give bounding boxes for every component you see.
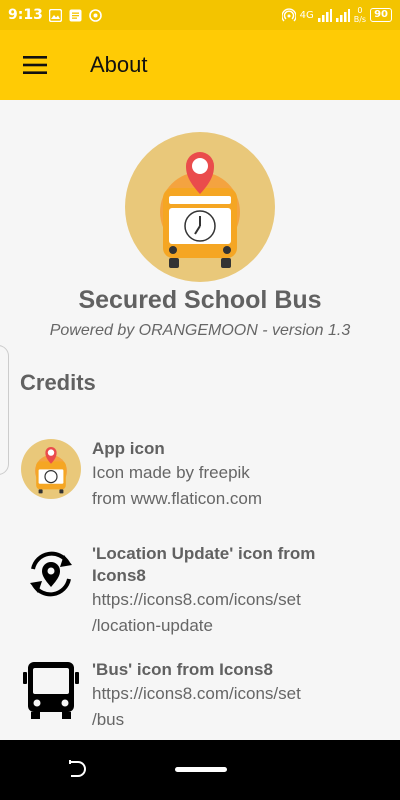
status-right: 4G 0 B/s 90 xyxy=(281,6,392,24)
status-left: 9:13 xyxy=(8,7,103,23)
location-notification-icon xyxy=(89,8,103,22)
network-type-label: 4G xyxy=(299,9,314,21)
bus-icon xyxy=(23,662,79,719)
credit-text: 'Bus' icon from Icons8 https://icons8.co… xyxy=(92,659,301,733)
app-bar: About xyxy=(0,30,400,100)
credit-title-line: 'Location Update' icon from xyxy=(92,544,316,563)
hamburger-menu-icon xyxy=(23,56,47,74)
credit-title: 'Bus' icon from Icons8 xyxy=(92,660,273,679)
credit-line: Icon made by freepik xyxy=(92,463,250,482)
signal-strength-icon xyxy=(317,8,332,22)
navigation-bar xyxy=(0,740,400,800)
location-update-icon xyxy=(30,551,72,597)
credit-text: 'Location Update' icon from Icons8 https… xyxy=(92,543,315,639)
app-logo xyxy=(125,132,275,282)
credit-text: App icon Icon made by freepik from www.f… xyxy=(92,438,262,512)
battery-indicator: 90 xyxy=(370,8,392,22)
credit-title: App icon xyxy=(92,439,165,458)
network-speed-unit: B/s xyxy=(353,15,367,24)
network-speed: 0 B/s xyxy=(354,6,366,24)
credit-item-location-update: 'Location Update' icon from Icons8 https… xyxy=(20,543,390,639)
credit-icon-wrap xyxy=(20,659,82,721)
home-button[interactable] xyxy=(175,767,227,772)
credit-line: /location-update xyxy=(92,616,213,635)
network-speed-value: 0 xyxy=(357,6,363,15)
status-time: 9:13 xyxy=(8,7,43,23)
powered-by-text: Powered by ORANGEMOON - version 1.3 xyxy=(49,322,351,339)
back-icon[interactable] xyxy=(66,758,88,780)
credits-heading: Credits xyxy=(20,370,96,395)
menu-button[interactable] xyxy=(0,30,70,100)
signal-strength-2-icon xyxy=(335,8,350,22)
credit-line: https://icons8.com/icons/set xyxy=(92,684,301,703)
hotspot-icon xyxy=(281,8,296,22)
school-bus-pin-icon xyxy=(21,439,81,499)
credit-icon-wrap xyxy=(20,438,82,500)
credit-title-line: Icons8 xyxy=(92,566,146,585)
credit-icon-wrap xyxy=(20,543,82,605)
gallery-notification-icon xyxy=(49,8,63,22)
credit-item-app-icon: App icon Icon made by freepik from www.f… xyxy=(20,438,390,512)
page-title: About xyxy=(90,52,148,77)
message-notification-icon xyxy=(69,8,83,22)
credit-line: from www.flaticon.com xyxy=(92,489,263,508)
edge-panel-handle[interactable] xyxy=(0,345,9,475)
credit-line: /bus xyxy=(92,710,125,729)
credit-line: https://icons8.com/icons/set xyxy=(92,590,301,609)
school-bus-pin-icon xyxy=(125,132,275,282)
status-bar: 9:13 4G 0 B/s 90 xyxy=(0,0,400,30)
credit-title: 'Location Update' icon from Icons8 xyxy=(92,543,315,587)
app-name: Secured School Bus xyxy=(78,286,322,314)
credit-item-bus: 'Bus' icon from Icons8 https://icons8.co… xyxy=(20,659,390,733)
about-content[interactable]: Secured School Bus Powered by ORANGEMOON… xyxy=(0,100,400,740)
